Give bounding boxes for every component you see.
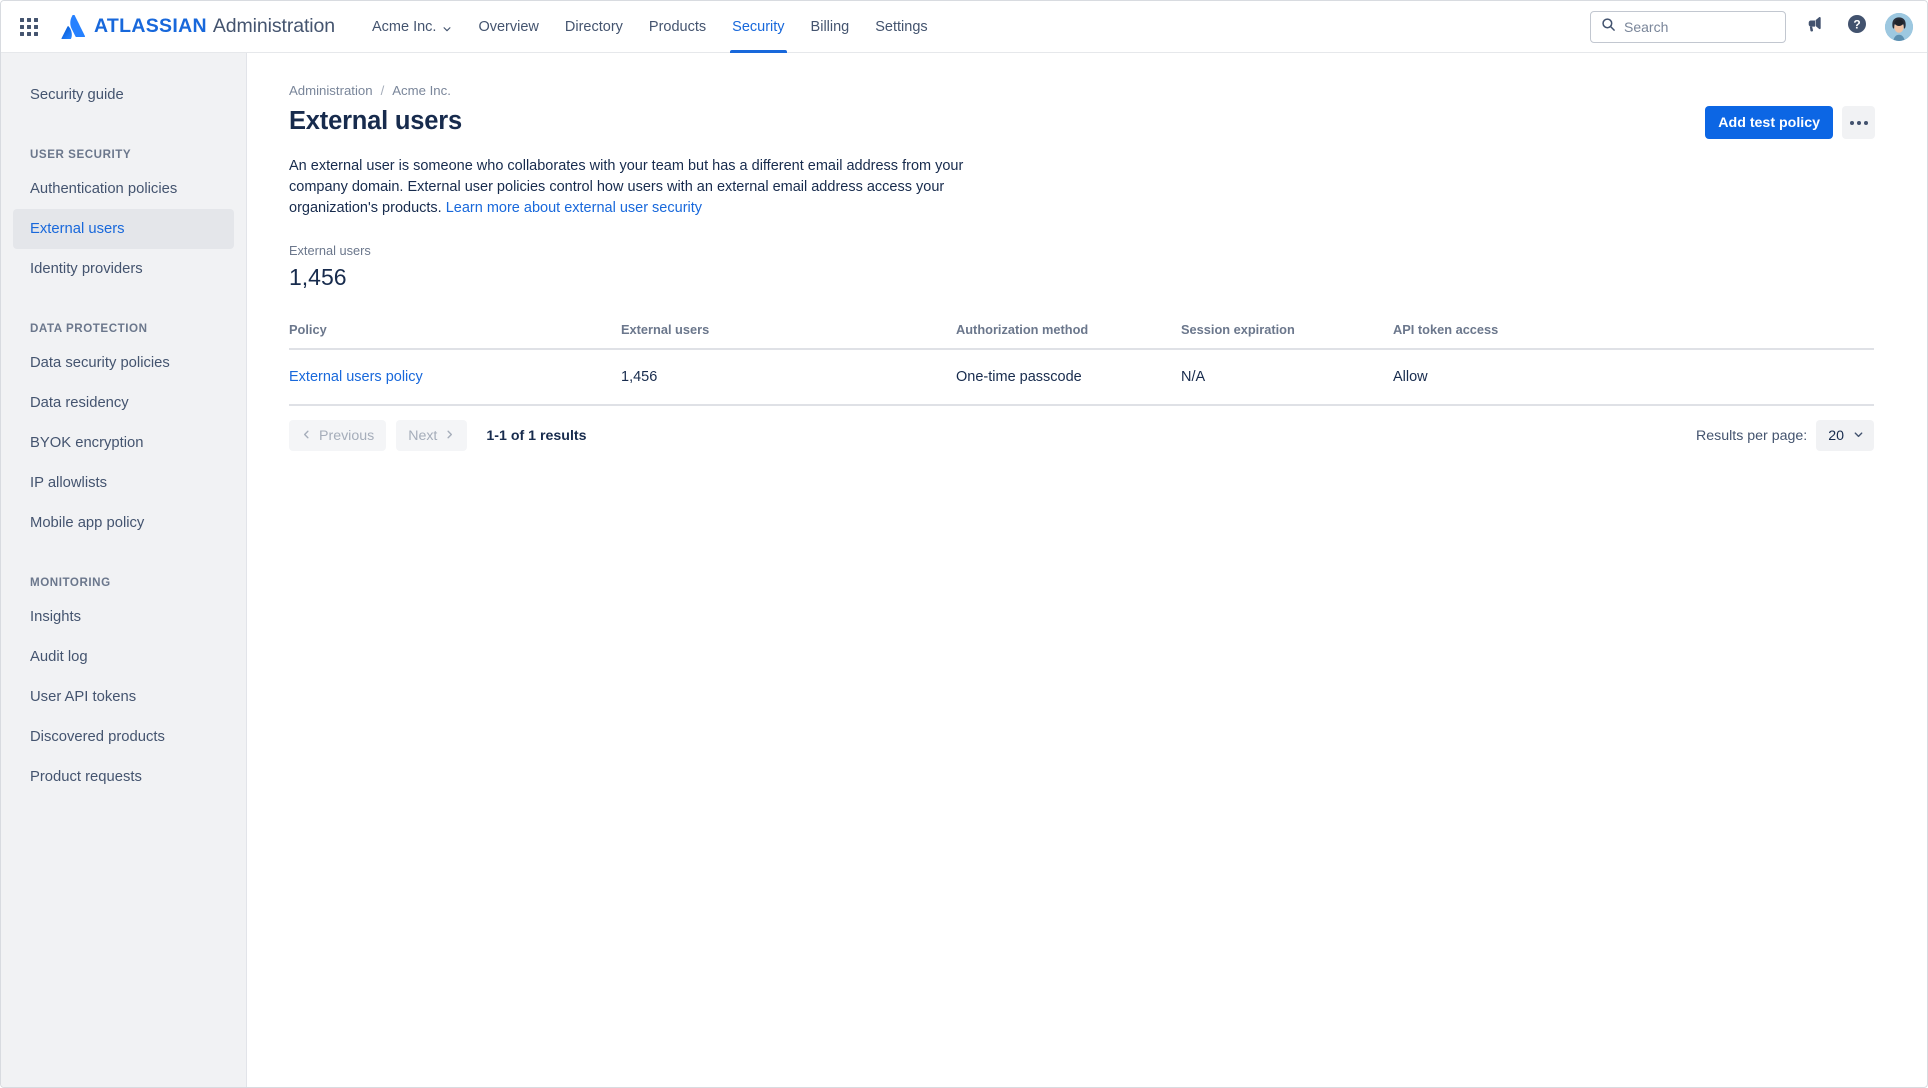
results-per-page-group: Results per page: 20 bbox=[1696, 420, 1874, 451]
table-row: External users policy 1,456 One-time pas… bbox=[289, 349, 1874, 406]
sidebar-item-mobile-app-policy[interactable]: Mobile app policy bbox=[13, 503, 234, 543]
nav-item-products[interactable]: Products bbox=[636, 1, 719, 53]
chevron-down-icon bbox=[442, 22, 452, 32]
sidebar-item-data-residency[interactable]: Data residency bbox=[13, 383, 234, 423]
global-navigation-bar: ATLASSIAN Administration Acme Inc. Overvi… bbox=[1, 1, 1927, 53]
next-page-label: Next bbox=[408, 427, 438, 444]
chevron-left-icon bbox=[301, 428, 312, 444]
policy-link-external-users-policy[interactable]: External users policy bbox=[289, 369, 423, 385]
brand-home-link[interactable]: ATLASSIAN Administration bbox=[61, 12, 335, 39]
table-head: Policy External users Authorization meth… bbox=[289, 322, 1874, 350]
cell-policy: External users policy bbox=[289, 349, 621, 406]
sidebar-heading-user-security: USER SECURITY bbox=[30, 147, 132, 161]
sidebar-heading-data-protection: DATA PROTECTION bbox=[30, 321, 148, 335]
application-window: ATLASSIAN Administration Acme Inc. Overvi… bbox=[0, 0, 1928, 1088]
policies-table-wrapper: Policy External users Authorization meth… bbox=[289, 322, 1874, 406]
atlassian-logo-icon bbox=[61, 12, 86, 39]
stat-value: 1,456 bbox=[289, 264, 347, 290]
svg-text:?: ? bbox=[1853, 18, 1860, 32]
grid-9-dots-icon bbox=[20, 17, 38, 36]
breadcrumb-item-acme-inc[interactable]: Acme Inc. bbox=[392, 83, 451, 98]
chevron-down-icon bbox=[1853, 428, 1864, 444]
sidebar-item-identity-providers[interactable]: Identity providers bbox=[13, 249, 234, 289]
table-body: External users policy 1,456 One-time pas… bbox=[289, 349, 1874, 406]
column-header-external-users: External users bbox=[621, 322, 956, 350]
nav-item-directory[interactable]: Directory bbox=[552, 1, 636, 53]
column-header-authorization-method: Authorization method bbox=[956, 322, 1181, 350]
page-title: External users bbox=[289, 107, 462, 135]
learn-more-link[interactable]: Learn more about external user security bbox=[446, 200, 702, 216]
page-description: An external user is someone who collabor… bbox=[289, 156, 1001, 219]
sidebar-item-byok-encryption[interactable]: BYOK encryption bbox=[13, 423, 234, 463]
external-users-stat: External users 1,456 bbox=[289, 243, 1875, 292]
main-content: Administration / Acme Inc. External user… bbox=[247, 53, 1927, 1087]
org-selector-label: Acme Inc. bbox=[372, 18, 437, 35]
notifications-button[interactable] bbox=[1799, 12, 1829, 42]
results-per-page-select[interactable]: 20 bbox=[1816, 420, 1874, 451]
results-count-text: 1-1 of 1 results bbox=[486, 427, 587, 444]
column-header-session-expiration: Session expiration bbox=[1181, 322, 1393, 350]
table-header-row: Policy External users Authorization meth… bbox=[289, 322, 1874, 350]
brand-name-regular: Administration bbox=[212, 15, 335, 37]
pagination-row: Previous Next 1-1 of 1 results Results p… bbox=[289, 420, 1874, 451]
next-page-button[interactable]: Next bbox=[396, 420, 468, 451]
security-sidebar: Security guide USER SECURITY Authenticat… bbox=[1, 53, 247, 1087]
previous-page-label: Previous bbox=[319, 427, 375, 444]
cell-authorization-method: One-time passcode bbox=[956, 349, 1181, 406]
sidebar-item-discovered-products[interactable]: Discovered products bbox=[13, 717, 234, 757]
page-actions: Add test policy bbox=[1705, 106, 1875, 139]
sidebar-item-security-guide[interactable]: Security guide bbox=[13, 75, 234, 115]
search-input[interactable] bbox=[1624, 18, 1775, 35]
nav-item-security[interactable]: Security bbox=[719, 1, 797, 53]
cell-session-expiration: N/A bbox=[1181, 349, 1393, 406]
breadcrumb: Administration / Acme Inc. bbox=[289, 81, 1875, 99]
sidebar-item-data-security-policies[interactable]: Data security policies bbox=[13, 343, 234, 383]
page-body: Security guide USER SECURITY Authenticat… bbox=[1, 53, 1927, 1087]
question-circle-icon: ? bbox=[1847, 14, 1867, 39]
policies-table: Policy External users Authorization meth… bbox=[289, 322, 1874, 406]
megaphone-icon bbox=[1805, 15, 1824, 39]
sidebar-item-ip-allowlists[interactable]: IP allowlists bbox=[13, 463, 234, 503]
page-header-row: External users Add test policy bbox=[289, 105, 1875, 139]
sidebar-item-user-api-tokens[interactable]: User API tokens bbox=[13, 677, 234, 717]
more-horizontal-icon bbox=[1849, 120, 1868, 125]
sidebar-item-insights[interactable]: Insights bbox=[13, 597, 234, 637]
global-nav-right-actions: ? bbox=[1590, 10, 1913, 43]
breadcrumb-separator: / bbox=[380, 82, 385, 98]
previous-page-button[interactable]: Previous bbox=[289, 420, 387, 451]
more-actions-button[interactable] bbox=[1842, 106, 1875, 139]
sidebar-item-authentication-policies[interactable]: Authentication policies bbox=[13, 169, 234, 209]
nav-item-settings[interactable]: Settings bbox=[862, 1, 940, 53]
sidebar-item-audit-log[interactable]: Audit log bbox=[13, 637, 234, 677]
column-header-policy: Policy bbox=[289, 322, 621, 350]
search-icon bbox=[1601, 17, 1616, 37]
cell-api-token-access: Allow bbox=[1393, 349, 1874, 406]
results-per-page-value: 20 bbox=[1828, 427, 1844, 444]
app-switcher-button[interactable] bbox=[13, 11, 45, 43]
avatar[interactable] bbox=[1885, 12, 1913, 41]
sidebar-item-external-users[interactable]: External users bbox=[13, 209, 234, 249]
primary-nav: Acme Inc. Overview Directory Products Se… bbox=[359, 1, 941, 53]
search-box[interactable] bbox=[1590, 10, 1786, 43]
nav-item-billing[interactable]: Billing bbox=[798, 1, 863, 53]
nav-item-overview[interactable]: Overview bbox=[465, 1, 551, 53]
results-per-page-label: Results per page: bbox=[1696, 427, 1808, 444]
cell-external-users: 1,456 bbox=[621, 349, 956, 406]
column-header-api-token-access: API token access bbox=[1393, 322, 1874, 350]
pagination-controls: Previous Next 1-1 of 1 results bbox=[289, 420, 587, 451]
chevron-right-icon bbox=[444, 428, 455, 444]
brand-name-bold: ATLASSIAN bbox=[94, 15, 207, 37]
org-selector[interactable]: Acme Inc. bbox=[359, 1, 465, 53]
stat-label: External users bbox=[289, 243, 371, 258]
sidebar-item-product-requests[interactable]: Product requests bbox=[13, 757, 234, 797]
add-test-policy-button[interactable]: Add test policy bbox=[1705, 106, 1833, 139]
sidebar-heading-monitoring: MONITORING bbox=[30, 575, 111, 589]
help-button[interactable]: ? bbox=[1842, 12, 1872, 42]
breadcrumb-item-administration[interactable]: Administration bbox=[289, 83, 373, 98]
